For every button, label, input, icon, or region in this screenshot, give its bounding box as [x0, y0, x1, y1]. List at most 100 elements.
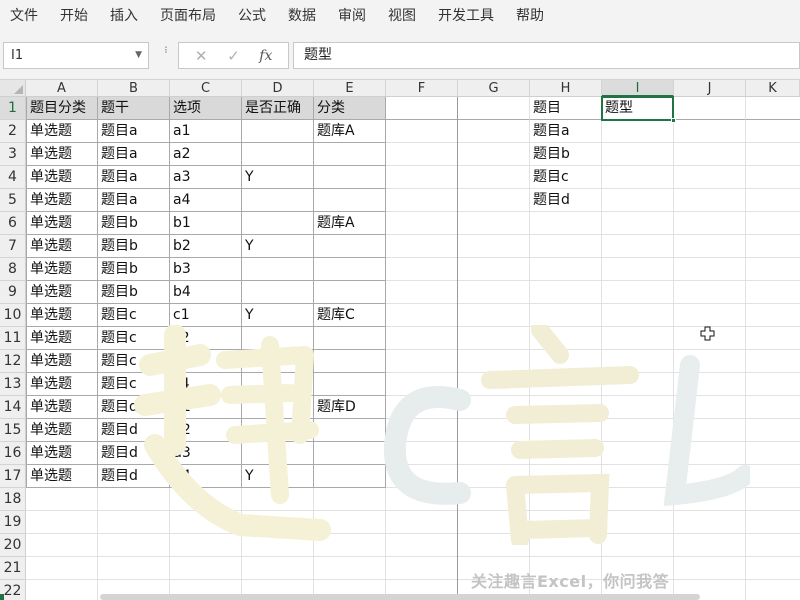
- table-cell[interactable]: 题目a: [98, 166, 170, 189]
- grid-cell[interactable]: [746, 212, 800, 235]
- grid-cell[interactable]: [746, 189, 800, 212]
- grid-cell[interactable]: [26, 557, 98, 580]
- insert-function-icon[interactable]: fx: [254, 48, 278, 64]
- grid-cell[interactable]: [314, 557, 386, 580]
- row-header-13[interactable]: 13: [0, 373, 26, 396]
- grid-cell[interactable]: [458, 258, 530, 281]
- table-cell[interactable]: 题目b: [98, 212, 170, 235]
- row-header-1[interactable]: 1: [0, 97, 26, 120]
- grid-cell[interactable]: [746, 143, 800, 166]
- grid-cell[interactable]: [602, 304, 674, 327]
- grid-cell[interactable]: [674, 281, 746, 304]
- grid-cell[interactable]: [674, 166, 746, 189]
- grid-cell[interactable]: [458, 212, 530, 235]
- grid-cell[interactable]: [602, 189, 674, 212]
- menu-item-8[interactable]: 开发工具: [427, 0, 505, 32]
- table-header-cell[interactable]: 题干: [98, 97, 170, 120]
- grid-cell[interactable]: [674, 304, 746, 327]
- table-cell[interactable]: 题目c: [98, 304, 170, 327]
- row-header-3[interactable]: 3: [0, 143, 26, 166]
- grid-cell[interactable]: [746, 281, 800, 304]
- grid-cell[interactable]: [386, 143, 458, 166]
- grid-cell[interactable]: [602, 258, 674, 281]
- lookup-item-cell[interactable]: 题目c: [530, 166, 602, 189]
- grid-cell[interactable]: [386, 235, 458, 258]
- grid-cell[interactable]: [746, 511, 800, 534]
- grid-cell[interactable]: [746, 235, 800, 258]
- menu-item-5[interactable]: 数据: [277, 0, 327, 32]
- table-cell[interactable]: [242, 212, 314, 235]
- row-header-17[interactable]: 17: [0, 465, 26, 488]
- table-cell[interactable]: b3: [170, 258, 242, 281]
- column-header-e[interactable]: E: [314, 80, 386, 97]
- grid-cell[interactable]: [386, 120, 458, 143]
- table-cell[interactable]: 题库C: [314, 304, 386, 327]
- grid-cell[interactable]: [674, 258, 746, 281]
- menu-item-7[interactable]: 视图: [377, 0, 427, 32]
- grid-cell[interactable]: [458, 281, 530, 304]
- grid-cell[interactable]: [170, 557, 242, 580]
- grid-cell[interactable]: [746, 97, 800, 120]
- drag-handle-icon[interactable]: ···: [157, 45, 173, 52]
- grid-cell[interactable]: [746, 488, 800, 511]
- column-header-i[interactable]: I: [602, 80, 674, 97]
- grid-cell[interactable]: [530, 212, 602, 235]
- grid-cell[interactable]: [386, 212, 458, 235]
- grid-cell[interactable]: [602, 143, 674, 166]
- table-cell[interactable]: [242, 258, 314, 281]
- table-cell[interactable]: Y: [242, 304, 314, 327]
- grid-cell[interactable]: [674, 189, 746, 212]
- horizontal-scrollbar[interactable]: [100, 594, 700, 600]
- menu-item-0[interactable]: 文件: [0, 0, 49, 32]
- grid-cell[interactable]: [674, 143, 746, 166]
- table-header-cell[interactable]: 选项: [170, 97, 242, 120]
- menu-item-9[interactable]: 帮助: [505, 0, 555, 32]
- table-cell[interactable]: [314, 189, 386, 212]
- lookup-item-cell[interactable]: 题目a: [530, 120, 602, 143]
- column-header-g[interactable]: G: [458, 80, 530, 97]
- menu-item-1[interactable]: 开始: [49, 0, 99, 32]
- table-cell[interactable]: [314, 281, 386, 304]
- table-cell[interactable]: [314, 143, 386, 166]
- table-cell[interactable]: 题库A: [314, 120, 386, 143]
- formula-input[interactable]: 题型: [293, 42, 800, 69]
- grid-cell[interactable]: [746, 304, 800, 327]
- table-cell[interactable]: Y: [242, 235, 314, 258]
- table-cell[interactable]: 单选题: [26, 373, 98, 396]
- row-header-8[interactable]: 8: [0, 258, 26, 281]
- row-header-6[interactable]: 6: [0, 212, 26, 235]
- menu-item-6[interactable]: 审阅: [327, 0, 377, 32]
- table-cell[interactable]: 单选题: [26, 465, 98, 488]
- lookup-item-cell[interactable]: 题目d: [530, 189, 602, 212]
- table-cell[interactable]: c1: [170, 304, 242, 327]
- table-cell[interactable]: [314, 258, 386, 281]
- table-cell[interactable]: 单选题: [26, 442, 98, 465]
- grid-cell[interactable]: [458, 143, 530, 166]
- row-header-5[interactable]: 5: [0, 189, 26, 212]
- table-header-cell[interactable]: 是否正确: [242, 97, 314, 120]
- grid-cell[interactable]: [530, 235, 602, 258]
- grid-cell[interactable]: [746, 258, 800, 281]
- grid-cell[interactable]: [26, 511, 98, 534]
- table-cell[interactable]: 单选题: [26, 350, 98, 373]
- close-icon[interactable]: ✕: [189, 47, 213, 65]
- column-header-k[interactable]: K: [746, 80, 800, 97]
- grid-cell[interactable]: [386, 258, 458, 281]
- table-cell[interactable]: 单选题: [26, 419, 98, 442]
- row-header-16[interactable]: 16: [0, 442, 26, 465]
- menu-item-3[interactable]: 页面布局: [149, 0, 227, 32]
- column-header-a[interactable]: A: [26, 80, 98, 97]
- table-cell[interactable]: 单选题: [26, 396, 98, 419]
- menu-item-2[interactable]: 插入: [99, 0, 149, 32]
- table-cell[interactable]: b1: [170, 212, 242, 235]
- grid-cell[interactable]: [26, 488, 98, 511]
- fill-handle[interactable]: [671, 118, 676, 123]
- column-header-h[interactable]: H: [530, 80, 602, 97]
- table-cell[interactable]: [242, 189, 314, 212]
- row-header-2[interactable]: 2: [0, 120, 26, 143]
- grid-cell[interactable]: [386, 281, 458, 304]
- grid-cell[interactable]: [98, 557, 170, 580]
- column-header-b[interactable]: B: [98, 80, 170, 97]
- grid-cell[interactable]: [746, 327, 800, 350]
- table-cell[interactable]: a1: [170, 120, 242, 143]
